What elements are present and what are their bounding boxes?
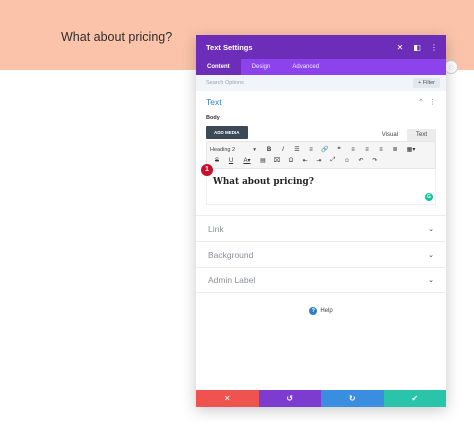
cancel-button[interactable]: ✕ [196, 390, 259, 407]
clear-formatting-icon[interactable]: ⌧ [270, 157, 284, 164]
dotted-circle-icon[interactable]: ◌ [444, 60, 458, 74]
editor-top-row: ADD MEDIA Visual Text [206, 126, 436, 141]
content-heading[interactable]: What about pricing? [213, 177, 429, 187]
text-tab[interactable]: Text [406, 129, 436, 141]
text-section: Text ⌃ ⋮ Body ADD MEDIA Visual Text Head… [196, 91, 446, 205]
more-vertical-icon[interactable]: ⋮ [429, 98, 436, 106]
step-marker: 1 [201, 164, 213, 176]
question-icon: ? [309, 307, 318, 315]
undo-button[interactable]: ↺ [258, 390, 321, 407]
format-select-value: Heading 2 [210, 146, 236, 153]
search-row: + Filter [196, 75, 446, 91]
section-link-title: Link [208, 223, 224, 234]
special-character-icon[interactable]: Ω [284, 158, 298, 164]
settings-tabs: Content Design Advanced [196, 59, 446, 75]
chevron-down-icon[interactable]: ⌄ [428, 225, 434, 233]
chevron-down-icon[interactable]: ⌄ [428, 276, 434, 284]
editor-toolbar: Heading 2 ▾ B I ☰ ≡ 🔗 ❝ ≡ ≡ ≡ ≣ ▦▾ S U A… [206, 141, 436, 169]
link-icon[interactable]: 🔗 [318, 146, 332, 153]
body-label: Body [206, 115, 220, 121]
section-admin-label-title: Admin Label [208, 275, 256, 285]
emoji-icon[interactable]: ☺ [340, 158, 354, 164]
bold-icon[interactable]: B [262, 147, 276, 153]
add-media-button[interactable]: ADD MEDIA [206, 126, 248, 139]
save-button[interactable]: ✔ [383, 390, 446, 407]
filter-button[interactable]: + Filter [413, 78, 440, 88]
redo-icon[interactable]: ↷ [368, 157, 382, 164]
section-background[interactable]: Background ⌄ [196, 241, 446, 267]
text-settings-modal: Text Settings ✕ ◧ ⋮ Content Design Advan… [196, 35, 446, 407]
chevron-down-icon[interactable]: ⌄ [428, 251, 434, 259]
blockquote-icon[interactable]: ❝ [332, 146, 346, 153]
tab-advanced[interactable]: Advanced [281, 59, 330, 75]
more-vertical-icon[interactable]: ⋮ [430, 43, 438, 52]
align-left-icon[interactable]: ≡ [346, 147, 360, 153]
indent-icon[interactable]: ⇥ [312, 157, 326, 164]
modal-footer: ✕ ↺ ↻ ✔ [196, 390, 446, 407]
justify-icon[interactable]: ≣ [388, 146, 402, 153]
italic-icon[interactable]: I [276, 147, 290, 153]
align-center-icon[interactable]: ≡ [360, 147, 374, 153]
modal-title: Text Settings [206, 42, 253, 52]
align-right-icon[interactable]: ≡ [374, 147, 388, 153]
expand-icon[interactable]: ◧ [413, 43, 421, 52]
help-link[interactable]: ? Help [196, 307, 446, 315]
page-heading[interactable]: What about pricing? [61, 30, 172, 44]
caret-down-icon: ▾ [253, 146, 256, 153]
editor-mode-tabs: Visual Text [373, 129, 436, 141]
redo-icon: ↻ [348, 394, 356, 403]
close-icon: ✕ [223, 394, 231, 403]
outdent-icon[interactable]: ⇤ [298, 157, 312, 164]
redo-button[interactable]: ↻ [321, 390, 384, 407]
numbered-list-icon[interactable]: ≡ [304, 147, 318, 153]
section-admin-label[interactable]: Admin Label ⌄ [196, 267, 446, 293]
table-icon[interactable]: ▦▾ [402, 146, 420, 153]
undo-icon[interactable]: ↶ [354, 157, 368, 164]
format-select[interactable]: Heading 2 ▾ [210, 147, 260, 153]
close-icon[interactable]: ✕ [396, 43, 404, 52]
bullet-list-icon[interactable]: ☰ [290, 146, 304, 153]
search-options-input[interactable] [206, 80, 414, 86]
text-color-icon[interactable]: A▾ [238, 157, 256, 164]
visual-tab[interactable]: Visual [373, 129, 407, 141]
strikethrough-icon[interactable]: S [210, 158, 224, 164]
section-background-title: Background [208, 249, 254, 260]
tab-content[interactable]: Content [196, 59, 241, 75]
underline-icon[interactable]: U [224, 158, 238, 164]
text-section-title: Text [206, 97, 222, 107]
modal-header[interactable]: Text Settings ✕ ◧ ⋮ [196, 35, 446, 59]
grammarly-icon[interactable]: G [425, 193, 433, 201]
section-link[interactable]: Link ⌄ [196, 215, 446, 241]
paste-text-icon[interactable]: ▤ [256, 157, 270, 164]
undo-icon: ↺ [286, 394, 294, 403]
chevron-up-icon[interactable]: ⌃ [418, 98, 424, 106]
help-label: Help [320, 308, 333, 314]
tab-design[interactable]: Design [241, 59, 282, 75]
fullscreen-icon[interactable]: ⤢ [326, 157, 340, 164]
editor-content-area[interactable]: 1 What about pricing? G [201, 164, 436, 205]
check-icon: ✔ [411, 394, 419, 403]
text-section-header[interactable]: Text ⌃ ⋮ [206, 91, 436, 113]
